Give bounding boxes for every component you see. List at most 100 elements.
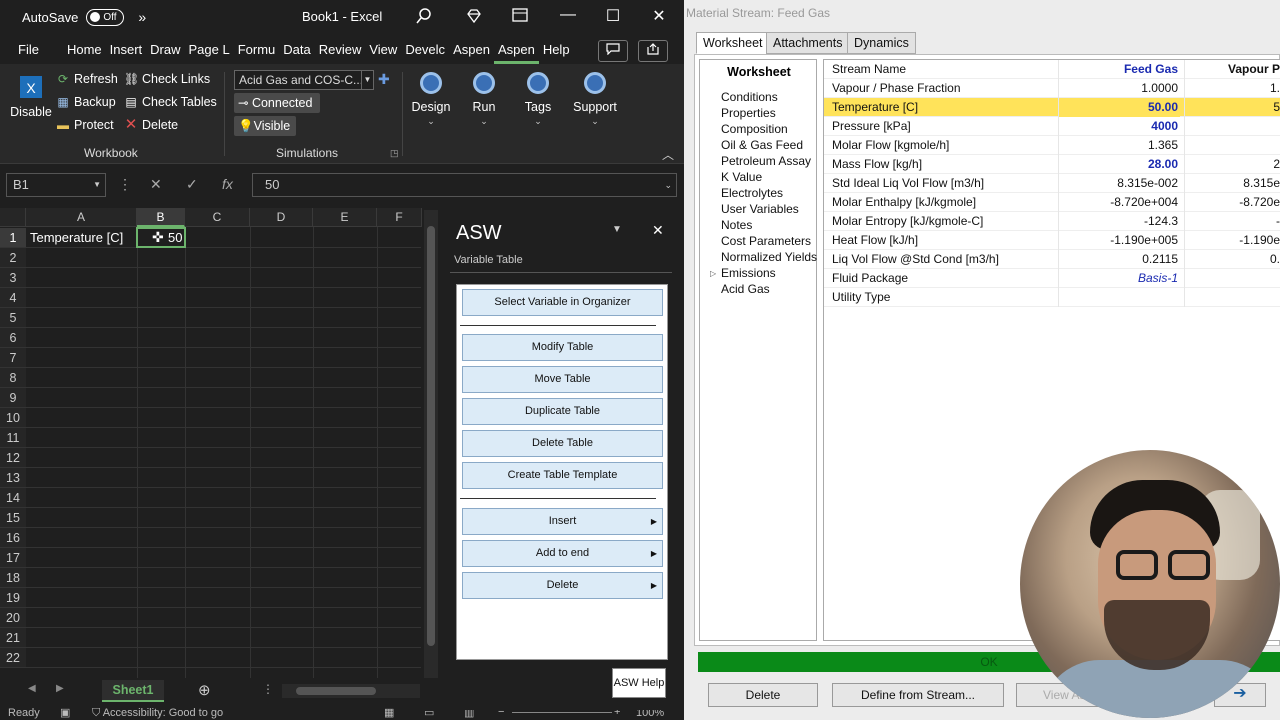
feed-gas-value[interactable]: -124.3 <box>1058 212 1180 231</box>
add-sheet-icon[interactable]: ⊕ <box>198 681 211 699</box>
enter-icon[interactable]: ✓ <box>186 176 198 193</box>
next-sheet-icon[interactable]: ▶ <box>56 683 64 694</box>
add-to-end-button[interactable]: Add to end ▶ <box>462 540 663 567</box>
col-header-c[interactable]: C <box>185 208 250 227</box>
tab-help[interactable]: Help <box>539 36 574 64</box>
tab-aspen-2[interactable]: Aspen <box>493 36 539 64</box>
nav-item[interactable]: Normalized Yields <box>721 250 817 264</box>
row-header[interactable]: 4 <box>0 288 26 308</box>
nav-item[interactable]: Properties <box>721 106 776 120</box>
select-all-corner[interactable] <box>0 208 26 227</box>
tab-attachments[interactable]: Attachments <box>766 32 850 54</box>
quick-access-more[interactable]: » <box>138 9 146 25</box>
nav-item[interactable]: Acid Gas <box>721 282 770 296</box>
row-header[interactable]: 21 <box>0 628 26 648</box>
row-header[interactable]: 5 <box>0 308 26 328</box>
col-header-e[interactable]: E <box>313 208 377 227</box>
comments-icon[interactable] <box>598 40 628 62</box>
protect-button[interactable]: ▬ Protect <box>56 118 114 132</box>
add-simulation-icon[interactable]: ✚ <box>378 71 390 88</box>
refresh-button[interactable]: ⟳ Refresh <box>56 72 118 86</box>
delete-table-button[interactable]: Delete Table <box>462 430 663 457</box>
row-header[interactable]: 7 <box>0 348 26 368</box>
nav-item[interactable]: Cost Parameters <box>721 234 811 248</box>
row-header[interactable]: 11 <box>0 428 26 448</box>
row-header[interactable]: 14 <box>0 488 26 508</box>
dialog-launcher-icon[interactable]: ◳ <box>390 148 399 159</box>
function-icon[interactable]: fx <box>222 176 233 192</box>
move-table-button[interactable]: Move Table <box>462 366 663 393</box>
nav-item[interactable]: K Value <box>721 170 762 184</box>
spreadsheet-grid[interactable]: A B C D E F 1 2 3 4 5 6 7 8 9 10 11 12 13 14 15 16 17 18 1… <box>0 208 440 678</box>
define-from-stream-button[interactable]: Define from Stream... <box>832 683 1004 707</box>
close-icon[interactable]: ✕ <box>652 222 664 239</box>
tab-aspen-1[interactable]: Aspen <box>449 36 494 64</box>
tab-view[interactable]: View <box>365 36 401 64</box>
row-header[interactable]: 20 <box>0 608 26 628</box>
delete-button[interactable]: ✕ Delete <box>124 117 178 132</box>
search-icon[interactable] <box>416 8 432 27</box>
row-header[interactable]: 6 <box>0 328 26 348</box>
nav-item[interactable]: Composition <box>721 122 788 136</box>
pane-options-icon[interactable]: ▼ <box>612 224 622 235</box>
disable-button[interactable]: X Disable <box>6 72 56 119</box>
col-header-d[interactable]: D <box>250 208 313 227</box>
row-header[interactable]: 18 <box>0 568 26 588</box>
feed-gas-value[interactable]: -1.190e+005 <box>1058 231 1180 250</box>
share-icon[interactable] <box>638 40 668 62</box>
expand-icon[interactable]: ▷ <box>710 269 716 278</box>
col-header-a[interactable]: A <box>26 208 137 227</box>
tab-home[interactable]: Home <box>63 36 106 64</box>
sheet-tab-sheet1[interactable]: Sheet1 <box>102 680 164 702</box>
diamond-icon[interactable] <box>466 8 482 27</box>
tab-formulas[interactable]: Formu <box>234 36 280 64</box>
duplicate-table-button[interactable]: Duplicate Table <box>462 398 663 425</box>
row-header[interactable]: 22 <box>0 648 26 668</box>
row-header[interactable]: 16 <box>0 528 26 548</box>
vertical-scrollbar[interactable] <box>424 210 438 678</box>
row-header[interactable]: 3 <box>0 268 26 288</box>
prev-sheet-icon[interactable]: ◀ <box>28 683 36 694</box>
nav-item[interactable]: Emissions <box>721 266 776 280</box>
feed-gas-value[interactable]: 1.0000 <box>1058 79 1180 98</box>
support-button[interactable]: Support ⌄ <box>570 72 620 127</box>
cell-a1[interactable]: Temperature [C] <box>30 230 123 245</box>
asw-delete-button[interactable]: Delete ▶ <box>462 572 663 599</box>
tab-insert[interactable]: Insert <box>106 36 147 64</box>
tab-data[interactable]: Data <box>279 36 314 64</box>
row-header[interactable]: 12 <box>0 448 26 468</box>
nav-item[interactable]: Conditions <box>721 90 778 104</box>
feed-gas-value[interactable]: 4000 <box>1058 117 1180 136</box>
feed-gas-value[interactable]: 0.2115 <box>1058 250 1180 269</box>
formula-input[interactable]: 50 ⌄ <box>252 173 677 197</box>
feed-gas-value[interactable]: Basis-1 <box>1058 269 1180 288</box>
insert-button[interactable]: Insert ▶ <box>462 508 663 535</box>
run-button[interactable]: Run ⌄ <box>459 72 509 127</box>
maximize-icon[interactable]: ☐ <box>603 6 623 26</box>
check-links-button[interactable]: ⛓ Check Links <box>124 72 210 86</box>
backup-button[interactable]: ▦ Backup <box>56 95 115 109</box>
check-tables-button[interactable]: ▤ Check Tables <box>124 95 216 109</box>
tab-dynamics[interactable]: Dynamics <box>847 32 916 54</box>
horizontal-scrollbar[interactable] <box>282 684 420 698</box>
cell-b1[interactable]: 50 <box>168 230 182 245</box>
collapse-ribbon-icon[interactable]: ︿ <box>662 146 674 163</box>
create-template-button[interactable]: Create Table Template <box>462 462 663 489</box>
modify-table-button[interactable]: Modify Table <box>462 334 663 361</box>
tab-worksheet[interactable]: Worksheet <box>696 32 770 54</box>
close-icon[interactable]: ✕ <box>649 6 669 26</box>
row-header[interactable]: 10 <box>0 408 26 428</box>
asw-help-button[interactable]: ASW Help <box>612 668 666 698</box>
tab-page-layout[interactable]: Page L <box>185 36 234 64</box>
feed-gas-value[interactable]: -8.720e+004 <box>1058 193 1180 212</box>
nav-item[interactable]: Notes <box>721 218 752 232</box>
feed-gas-value[interactable]: 1.365 <box>1058 136 1180 155</box>
nav-item[interactable]: User Variables <box>721 202 799 216</box>
row-header[interactable]: 1 <box>0 228 26 248</box>
row-header[interactable]: 15 <box>0 508 26 528</box>
page-layout-icon[interactable]: ▭ <box>424 706 434 719</box>
feed-gas-value[interactable]: 50.00 <box>1058 98 1180 117</box>
minimize-icon[interactable]: — <box>558 6 578 24</box>
col-header-f[interactable]: F <box>377 208 422 227</box>
tab-file[interactable]: File <box>14 36 43 64</box>
